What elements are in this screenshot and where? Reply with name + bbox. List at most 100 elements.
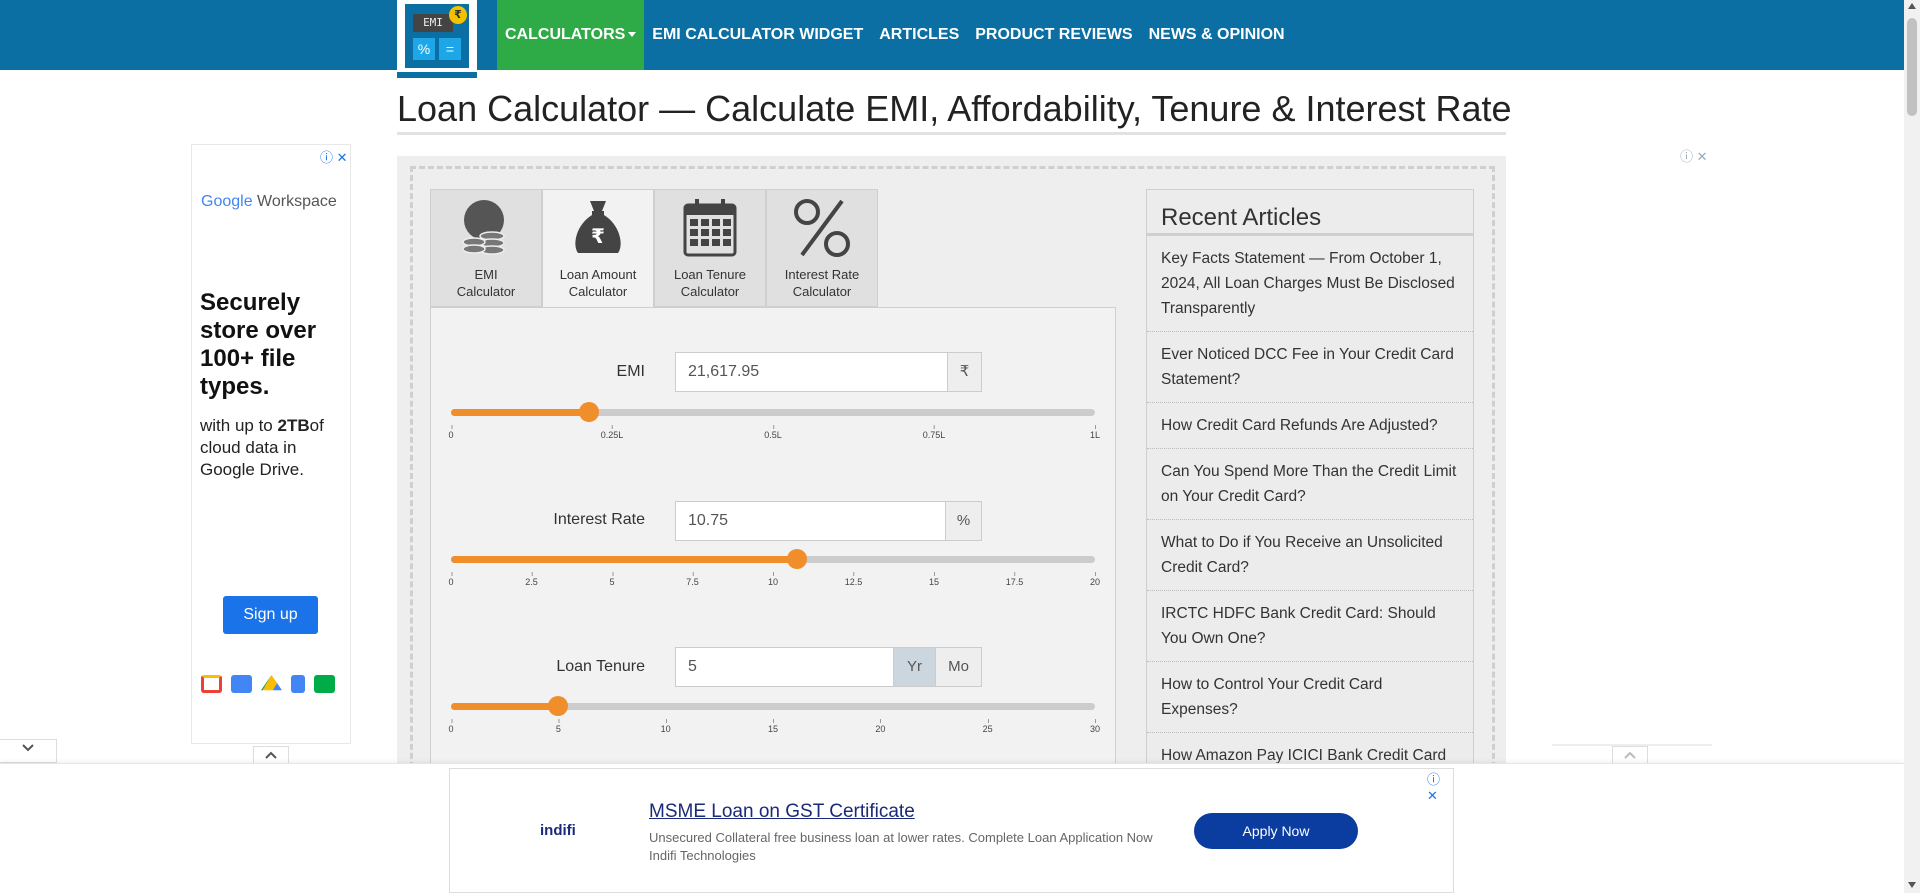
gmail-icon xyxy=(201,675,222,693)
interest-rate-input[interactable] xyxy=(676,502,945,540)
tab-loan-tenure-calculator[interactable]: Loan Tenure Calculator xyxy=(654,189,766,307)
drive-icon xyxy=(261,675,282,691)
tab-label-line2: Calculator xyxy=(680,284,740,299)
tenure-month-toggle[interactable]: Mo xyxy=(935,648,981,686)
rupee-coin-icon: ₹ xyxy=(449,6,467,24)
calculator-tabs: EMI Calculator ₹ Loan Amount Calculator xyxy=(430,189,878,309)
sign-up-button[interactable]: Sign up xyxy=(223,596,318,634)
collapse-left-button[interactable] xyxy=(0,739,57,763)
google-workspace-logo: Google Workspace xyxy=(201,193,337,211)
ad-subtext: with up to 2TBof cloud data in Google Dr… xyxy=(200,415,345,481)
interest-rate-label: Interest Rate xyxy=(553,511,645,528)
tab-label-line1: Interest Rate xyxy=(784,267,860,282)
calendar-icon xyxy=(231,675,252,693)
loan-tenure-field: Yr Mo xyxy=(675,647,982,687)
title-divider xyxy=(397,132,1506,135)
nav-emi-calculator-widget[interactable]: EMI CALCULATOR WIDGET xyxy=(644,0,871,70)
article-link[interactable]: Key Facts Statement — From October 1, 20… xyxy=(1147,236,1473,332)
slider-tick-label: 0.5L xyxy=(764,425,782,440)
percent-addon: % xyxy=(945,502,981,540)
tab-label-line2: Calculator xyxy=(456,284,516,299)
emi-slider-scale: 0 0.25L 0.5L 0.75L 1L xyxy=(448,425,1100,441)
tab-interest-rate-calculator[interactable]: Interest Rate Calculator xyxy=(766,189,878,307)
slider-tick-label: 0.75L xyxy=(922,425,946,440)
interest-slider-handle[interactable] xyxy=(787,549,808,569)
ad-info-close-icon[interactable]: ⓘ ✕ xyxy=(320,147,348,166)
nav-label: CALCULATORS xyxy=(505,26,626,43)
slider-tick-label: 5 xyxy=(609,572,615,587)
slider-tick-label: 10 xyxy=(660,719,671,734)
chevron-up-icon xyxy=(265,751,277,759)
chevron-down-icon xyxy=(22,744,34,752)
tenure-slider-fill xyxy=(451,703,559,710)
interest-slider-fill xyxy=(451,556,798,563)
interest-slider-scale: 0 2.5 5 7.5 10 12.5 15 17.5 20 xyxy=(448,572,1100,588)
page-scrollbar[interactable] xyxy=(1904,0,1920,893)
article-link[interactable]: Ever Noticed DCC Fee in Your Credit Card… xyxy=(1147,332,1473,403)
advertiser-logo: indifi xyxy=(540,822,576,839)
loan-tenure-input[interactable] xyxy=(676,648,893,686)
right-ad-info-close-icon[interactable]: ⓘ ✕ xyxy=(1680,146,1708,165)
emi-input[interactable] xyxy=(676,353,947,391)
nav-news-opinion[interactable]: NEWS & OPINION xyxy=(1141,0,1293,70)
percent-icon xyxy=(767,190,877,266)
tab-emi-calculator[interactable]: EMI Calculator xyxy=(430,189,542,307)
bottom-ad[interactable]: ⓘ ✕ indifi MSME Loan on GST Certificate … xyxy=(449,768,1454,893)
nav-calculators[interactable]: CALCULATORS xyxy=(497,0,645,70)
emi-label: EMI xyxy=(616,363,645,380)
coins-icon xyxy=(431,190,541,266)
svg-text:₹: ₹ xyxy=(591,224,605,248)
article-link[interactable]: How Credit Card Refunds Are Adjusted? xyxy=(1147,403,1473,449)
ad-sub-prefix: with up to xyxy=(200,416,278,435)
docs-icon xyxy=(291,675,305,693)
tab-label-line2: Calculator xyxy=(568,284,628,299)
slider-tick-label: 2.5 xyxy=(525,572,538,587)
tab-loan-amount-calculator[interactable]: ₹ Loan Amount Calculator xyxy=(542,189,654,309)
slider-tick-label: 10 xyxy=(767,572,779,587)
bottom-ad-description: Unsecured Collateral free business loan … xyxy=(649,830,1153,863)
scrollbar-thumb[interactable] xyxy=(1907,18,1917,116)
chevron-up-icon xyxy=(1624,751,1636,759)
slider-tick-label: 0 xyxy=(448,719,454,734)
slider-tick-label: 20 xyxy=(1089,572,1101,587)
workspace-wordmark: Workspace xyxy=(257,193,337,210)
article-link[interactable]: IRCTC HDFC Bank Credit Card: Should You … xyxy=(1147,591,1473,662)
bottom-ad-info-close-icon[interactable]: ⓘ ✕ xyxy=(1427,769,1453,804)
slider-tick-label: 7.5 xyxy=(686,572,699,587)
slider-tick-label: 30 xyxy=(1089,719,1101,734)
ad-headline: Securely store over 100+ file types. xyxy=(200,289,317,400)
slider-tick-label: 1L xyxy=(1089,425,1101,440)
loan-tenure-label: Loan Tenure xyxy=(556,658,645,675)
scroll-down-arrow-icon[interactable] xyxy=(1908,882,1916,888)
interest-rate-field: % xyxy=(675,501,982,541)
tenure-year-toggle[interactable]: Yr xyxy=(893,648,935,686)
site-logo[interactable]: EMI ₹ % = xyxy=(397,0,477,78)
logo-calculator-icon: EMI ₹ % = xyxy=(405,4,469,68)
calendar-icon xyxy=(655,190,765,266)
article-link[interactable]: How to Control Your Credit Card Expenses… xyxy=(1147,662,1473,733)
nav-articles[interactable]: ARTICLES xyxy=(871,0,967,70)
slider-tick-label: 5 xyxy=(555,719,561,734)
equals-key-icon: = xyxy=(439,38,461,60)
ad-sub-bold: 2TB xyxy=(277,416,310,435)
article-link[interactable]: Can You Spend More Than the Credit Limit… xyxy=(1147,449,1473,520)
tenure-slider-scale: 0 5 10 15 20 25 30 xyxy=(448,719,1100,735)
article-link[interactable]: What to Do if You Receive an Unsolicited… xyxy=(1147,520,1473,591)
workspace-app-icons xyxy=(201,675,335,693)
scroll-up-arrow-icon[interactable] xyxy=(1908,3,1916,9)
slider-tick-label: 20 xyxy=(875,719,886,734)
apply-now-button[interactable]: Apply Now xyxy=(1194,813,1358,849)
google-wordmark: Google xyxy=(201,193,253,210)
slider-tick-label: 0.25L xyxy=(600,425,624,440)
slider-tick-label: 0 xyxy=(448,572,454,587)
left-sidebar-ad[interactable]: ⓘ ✕ Google Workspace Securely store over… xyxy=(191,144,351,744)
bottom-ad-title[interactable]: MSME Loan on GST Certificate xyxy=(649,801,915,823)
slider-tick-label: 25 xyxy=(982,719,993,734)
nav-product-reviews[interactable]: PRODUCT REVIEWS xyxy=(967,0,1140,70)
meet-icon xyxy=(314,675,335,693)
main-nav: CALCULATORS EMI CALCULATOR WIDGET ARTICL… xyxy=(497,0,1293,70)
tab-label-line1: Loan Amount xyxy=(559,267,637,282)
slider-tick-label: 15 xyxy=(767,719,779,734)
emi-slider-fill xyxy=(451,409,590,416)
percent-key-icon: % xyxy=(413,38,435,60)
